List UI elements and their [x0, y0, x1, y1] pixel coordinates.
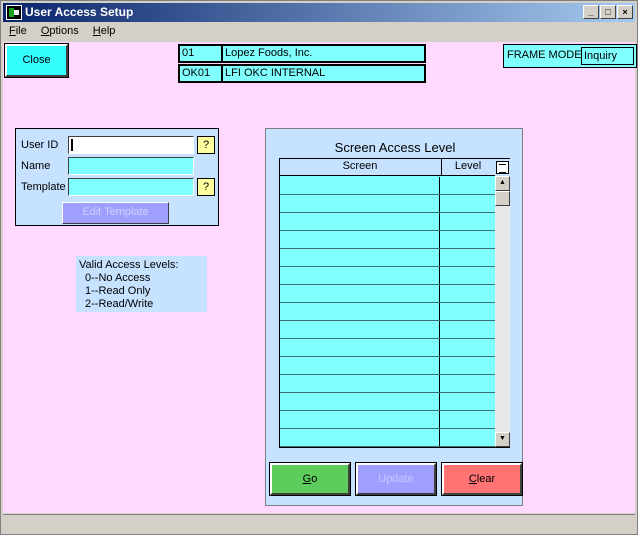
screen-cell[interactable] — [280, 177, 440, 194]
minimize-button[interactable]: _ — [583, 5, 599, 19]
grid-row[interactable] — [280, 231, 495, 249]
screen-access-panel: Screen Access Level Screen Level ▲ ▼ Go … — [265, 128, 523, 506]
screen-cell[interactable] — [280, 213, 440, 230]
screen-access-grid: Screen Level ▲ ▼ — [279, 158, 510, 448]
location-code: OK01 — [178, 64, 223, 83]
menu-options[interactable]: Options — [35, 23, 84, 37]
company-name: Lopez Foods, Inc. — [221, 44, 426, 63]
clear-button[interactable]: Clear — [442, 463, 522, 495]
level-cell[interactable] — [441, 357, 494, 374]
level-cell[interactable] — [441, 375, 494, 392]
template-input[interactable] — [68, 178, 194, 196]
screen-cell[interactable] — [280, 375, 440, 392]
access-level-item: 0--No Access — [85, 272, 151, 284]
close-button[interactable]: Close — [5, 44, 68, 77]
level-cell[interactable] — [441, 195, 494, 212]
edit-template-button[interactable]: Edit Template — [62, 202, 169, 224]
grid-row[interactable] — [280, 411, 495, 429]
access-levels-heading: Valid Access Levels: — [79, 259, 179, 271]
screen-cell[interactable] — [280, 303, 440, 320]
menu-file[interactable]: File — [3, 23, 32, 37]
grid-options-icon[interactable] — [496, 161, 509, 174]
screen-access-title: Screen Access Level — [334, 140, 456, 155]
user-id-label: User ID — [21, 139, 59, 151]
screen-cell[interactable] — [280, 393, 440, 410]
grid-row[interactable] — [280, 285, 495, 303]
level-cell[interactable] — [441, 393, 494, 410]
access-level-item: 1--Read Only — [85, 285, 151, 297]
grid-row[interactable] — [280, 429, 495, 447]
screen-cell[interactable] — [280, 249, 440, 266]
user-id-lookup-button[interactable]: ? — [197, 136, 215, 154]
grid-row[interactable] — [280, 357, 495, 375]
screen-cell[interactable] — [280, 411, 440, 428]
grid-row[interactable] — [280, 195, 495, 213]
screen-cell[interactable] — [280, 267, 440, 284]
column-header-level[interactable]: Level — [441, 159, 494, 175]
access-level-item: 2--Read/Write — [85, 298, 154, 310]
level-cell[interactable] — [441, 177, 494, 194]
update-button[interactable]: Update — [356, 463, 436, 495]
screen-cell[interactable] — [280, 285, 440, 302]
name-label: Name — [21, 160, 51, 172]
close-window-button[interactable]: × — [617, 5, 633, 19]
grid-row[interactable] — [280, 177, 495, 195]
template-label: Template — [21, 181, 66, 193]
company-code: 01 — [178, 44, 223, 63]
level-cell[interactable] — [441, 321, 494, 338]
status-bar — [3, 514, 635, 534]
level-cell[interactable] — [441, 303, 494, 320]
client-area: Close 01 Lopez Foods, Inc. OK01 LFI OKC … — [3, 42, 637, 513]
frame-mode-box: FRAME MODE Inquiry — [503, 44, 637, 68]
scroll-down-icon[interactable]: ▼ — [495, 432, 510, 447]
level-cell[interactable] — [441, 339, 494, 356]
level-cell[interactable] — [441, 411, 494, 428]
template-lookup-button[interactable]: ? — [197, 178, 215, 196]
window-title: User Access Setup — [25, 5, 134, 19]
grid-row[interactable] — [280, 249, 495, 267]
scroll-up-icon[interactable]: ▲ — [495, 176, 510, 191]
level-cell[interactable] — [441, 267, 494, 284]
grid-row[interactable] — [280, 339, 495, 357]
screen-cell[interactable] — [280, 339, 440, 356]
frame-mode-value: Inquiry — [581, 47, 634, 65]
grid-row[interactable] — [280, 213, 495, 231]
scroll-thumb[interactable] — [495, 191, 510, 206]
screen-cell[interactable] — [280, 357, 440, 374]
grid-rows — [280, 177, 495, 447]
go-button[interactable]: Go — [270, 463, 350, 495]
user-access-setup-window: User Access Setup _ □ × File Options Hel… — [0, 0, 638, 535]
grid-row[interactable] — [280, 267, 495, 285]
level-cell[interactable] — [441, 429, 494, 446]
screen-cell[interactable] — [280, 231, 440, 248]
menu-help[interactable]: Help — [87, 23, 121, 37]
location-name: LFI OKC INTERNAL — [221, 64, 426, 83]
level-cell[interactable] — [441, 231, 494, 248]
grid-row[interactable] — [280, 303, 495, 321]
level-cell[interactable] — [441, 249, 494, 266]
access-levels-legend: Valid Access Levels: 0--No Access 1--Rea… — [76, 256, 207, 312]
user-panel: User ID ? Name Template ? Edit Template — [15, 128, 219, 226]
column-header-screen[interactable]: Screen — [280, 160, 440, 172]
grid-row[interactable] — [280, 393, 495, 411]
level-cell[interactable] — [441, 213, 494, 230]
frame-mode-label: FRAME MODE — [507, 49, 582, 61]
menu-bar: File Options Help — [3, 23, 635, 41]
name-input[interactable] — [68, 157, 194, 175]
user-id-input[interactable] — [68, 136, 194, 154]
title-bar[interactable]: User Access Setup _ □ × — [3, 3, 635, 22]
grid-header: Screen Level — [280, 159, 495, 176]
grid-row[interactable] — [280, 375, 495, 393]
app-icon — [6, 5, 22, 20]
screen-cell[interactable] — [280, 429, 440, 446]
screen-cell[interactable] — [280, 321, 440, 338]
level-cell[interactable] — [441, 285, 494, 302]
maximize-button[interactable]: □ — [600, 5, 616, 19]
grid-scrollbar[interactable]: ▲ ▼ — [495, 176, 510, 447]
grid-row[interactable] — [280, 321, 495, 339]
grid-corner — [495, 159, 510, 176]
screen-cell[interactable] — [280, 195, 440, 212]
